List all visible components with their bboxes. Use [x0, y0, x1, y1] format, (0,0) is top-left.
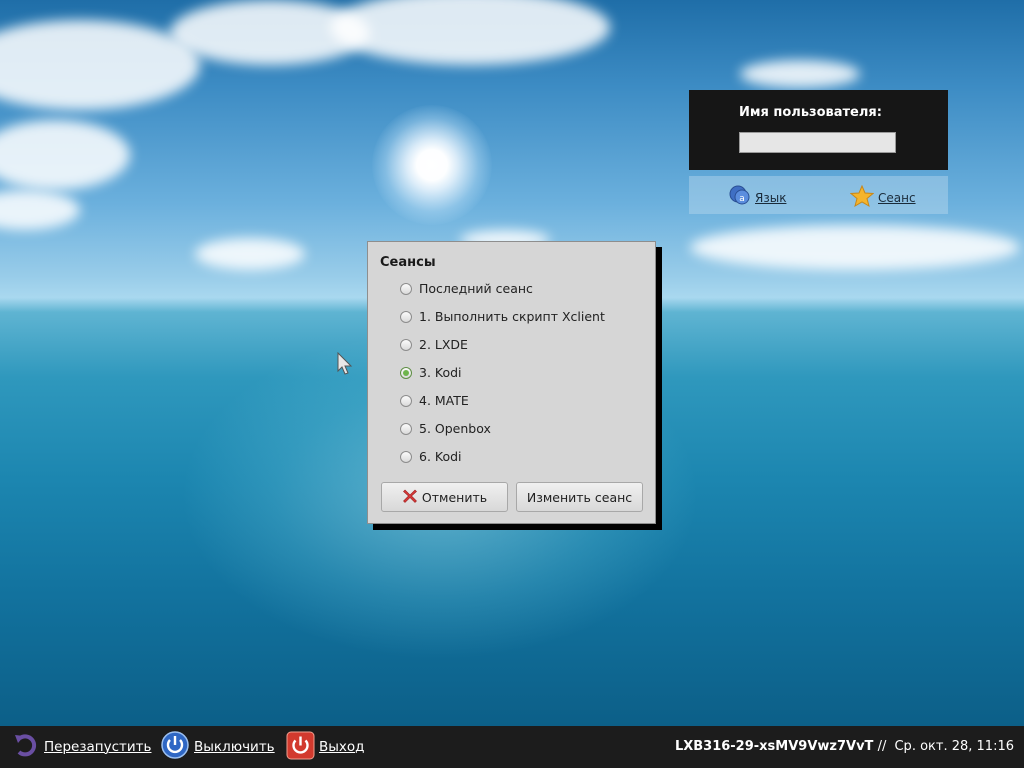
cloud — [740, 60, 860, 88]
cloud — [690, 225, 1020, 270]
radio-button[interactable] — [400, 450, 412, 463]
session-option-label: 5. Openbox — [419, 421, 491, 436]
sessions-dialog: Сеансы Последний сеанс 1. Выполнить скри… — [367, 241, 656, 524]
radio-button[interactable] — [400, 422, 412, 435]
logout-power-icon — [286, 731, 315, 764]
logout-button[interactable]: Выход — [286, 731, 365, 764]
session-option-label: Последний сеанс — [419, 281, 533, 296]
login-panel: Имя пользователя: — [689, 90, 948, 170]
restart-arrow-icon — [12, 731, 40, 763]
radio-button[interactable] — [400, 282, 412, 295]
session-option-kodi-3[interactable]: 3. Kodi — [400, 365, 462, 380]
bottom-panel: Перезапустить Выключить Выход LXB316-29-… — [0, 726, 1024, 768]
session-option-label: 1. Выполнить скрипт Xclient — [419, 309, 605, 324]
star-icon — [849, 184, 875, 210]
sun — [372, 105, 492, 225]
session-option-label: 4. MATE — [419, 393, 469, 408]
separator: // — [877, 739, 887, 754]
session-option-label: 2. LXDE — [419, 337, 468, 352]
session-button-label: Сеанс — [878, 190, 916, 205]
language-button[interactable]: a Язык — [729, 185, 786, 210]
username-label: Имя пользователя: — [739, 105, 882, 120]
sessions-dialog-title: Сеансы — [380, 255, 436, 270]
radio-button-selected[interactable] — [400, 366, 412, 379]
shutdown-button-label: Выключить — [194, 739, 275, 755]
svg-text:a: a — [739, 194, 745, 204]
cloud — [0, 120, 130, 190]
login-options-bar: a Язык Сеанс — [689, 176, 948, 214]
shutdown-button[interactable]: Выключить — [160, 730, 275, 764]
red-x-icon — [402, 488, 418, 507]
language-button-label: Язык — [755, 190, 787, 205]
cloud — [195, 238, 305, 270]
host-datetime: LXB316-29-xsMV9Vwz7VvT // Ср. окт. 28, 1… — [675, 739, 1014, 754]
cloud — [330, 0, 610, 65]
session-option-kodi-6[interactable]: 6. Kodi — [400, 449, 462, 464]
session-option-mate[interactable]: 4. MATE — [400, 393, 469, 408]
username-input[interactable] — [739, 132, 896, 153]
radio-button[interactable] — [400, 310, 412, 323]
date-time: Ср. окт. 28, 11:16 — [894, 739, 1014, 754]
change-session-button[interactable]: Изменить сеанс — [516, 482, 643, 512]
cloud — [0, 190, 80, 230]
power-icon — [160, 730, 190, 764]
logout-button-label: Выход — [319, 739, 365, 755]
radio-button[interactable] — [400, 394, 412, 407]
session-button[interactable]: Сеанс — [849, 184, 916, 210]
cancel-button-label: Отменить — [421, 489, 488, 505]
restart-button-label: Перезапустить — [44, 739, 152, 755]
speech-bubble-icon: a — [729, 185, 751, 210]
session-option-last[interactable]: Последний сеанс — [400, 281, 533, 296]
mouse-pointer-icon — [337, 351, 355, 380]
restart-button[interactable]: Перезапустить — [12, 732, 151, 762]
radio-button[interactable] — [400, 338, 412, 351]
session-option-label: 3. Kodi — [419, 365, 462, 380]
session-option-lxde[interactable]: 2. LXDE — [400, 337, 468, 352]
cancel-button[interactable]: Отменить — [381, 482, 508, 512]
session-option-label: 6. Kodi — [419, 449, 462, 464]
session-option-openbox[interactable]: 5. Openbox — [400, 421, 491, 436]
session-option-xclient[interactable]: 1. Выполнить скрипт Xclient — [400, 309, 605, 324]
hostname: LXB316-29-xsMV9Vwz7VvT — [674, 739, 874, 754]
change-session-button-label: Изменить сеанс — [526, 489, 633, 505]
